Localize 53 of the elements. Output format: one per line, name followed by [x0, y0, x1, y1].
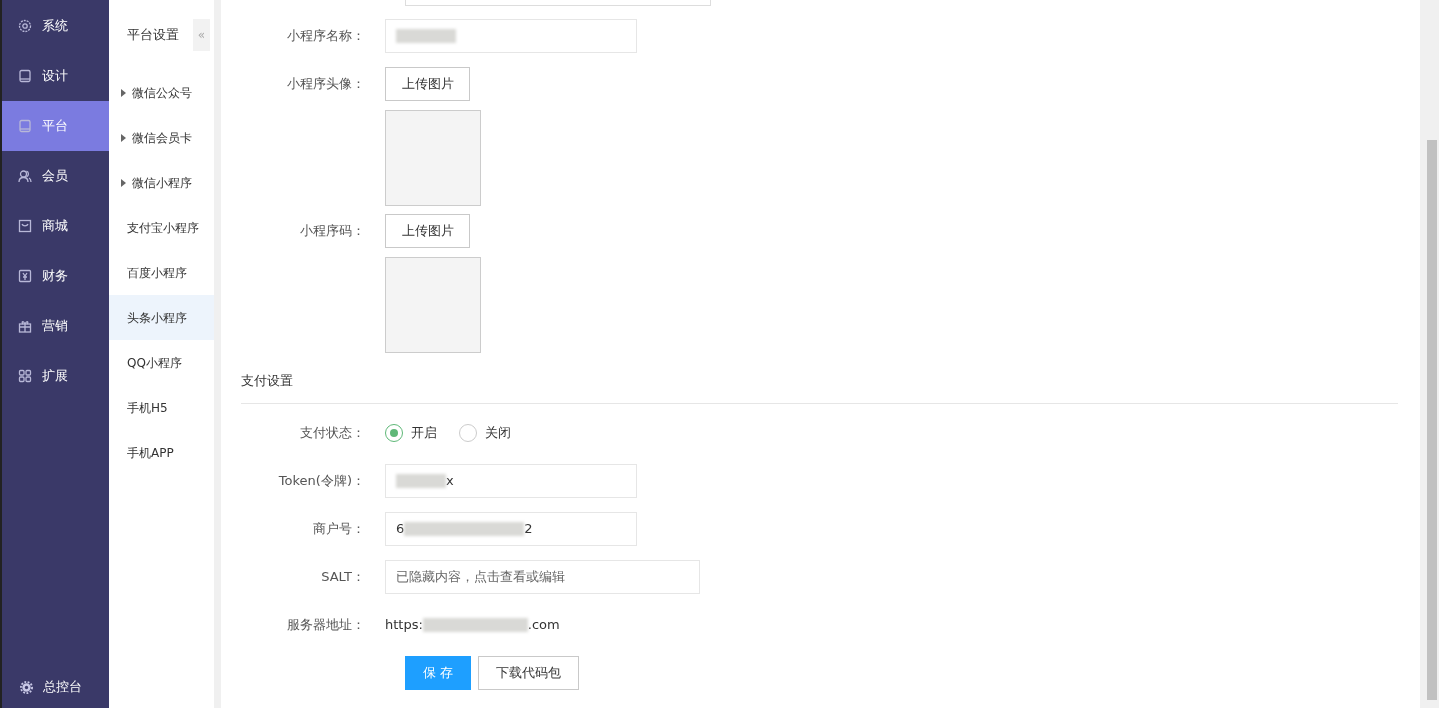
- tablet-icon: [18, 69, 32, 83]
- gift-icon: [18, 319, 32, 333]
- server-address-start: https:: [385, 615, 423, 634]
- input-field[interactable]: x: [385, 463, 637, 498]
- submenu-item[interactable]: QQ小程序: [109, 340, 214, 385]
- field-value: 2: [524, 519, 533, 538]
- scrollbar-thumb[interactable]: [1427, 140, 1437, 700]
- submenu-item[interactable]: 支付宝小程序: [109, 205, 214, 250]
- radio-label: 关闭: [485, 423, 511, 442]
- field-label: 小程序名称：: [287, 28, 365, 43]
- download-button[interactable]: 下载代码包: [477, 655, 579, 690]
- nav-item[interactable]: 商城: [2, 201, 109, 251]
- input-field[interactable]: 6 2: [385, 511, 637, 546]
- submenu-item[interactable]: 手机APP: [109, 430, 214, 475]
- bag-icon: [18, 219, 32, 233]
- field-label: 商户号：: [313, 520, 365, 536]
- field-label: 小程序头像：: [287, 76, 365, 91]
- submenu-title: 平台设置: [127, 26, 179, 45]
- submenu-item[interactable]: 百度小程序: [109, 250, 214, 295]
- yen-icon: [18, 269, 32, 283]
- grid-icon: [18, 369, 32, 383]
- gear-icon: [18, 19, 32, 33]
- radio-label: 开启: [411, 423, 437, 442]
- nav-item[interactable]: 设计: [2, 51, 109, 101]
- console-link[interactable]: 总控台: [2, 666, 109, 708]
- tablet-icon: [18, 119, 32, 133]
- input-field[interactable]: [385, 19, 637, 53]
- submenu-item[interactable]: 微信会员卡: [109, 115, 214, 160]
- submenu-item[interactable]: 微信公众号: [109, 70, 214, 115]
- input-field[interactable]: 已隐藏内容，点击查看或编辑: [385, 559, 700, 594]
- nav-item[interactable]: 平台: [2, 101, 109, 151]
- nav-item[interactable]: 财务: [2, 251, 109, 301]
- field-label: Token(令牌)：: [278, 472, 365, 488]
- users-icon: [18, 169, 32, 183]
- upload-button[interactable]: 上传图片: [385, 67, 470, 101]
- nav-item[interactable]: 扩展: [2, 351, 109, 401]
- server-address-end: .com: [527, 615, 560, 634]
- section-title: 支付设置: [241, 373, 293, 388]
- nav-item[interactable]: 营销: [2, 301, 109, 351]
- submenu-item[interactable]: 微信小程序: [109, 160, 214, 205]
- field-label: 小程序码：: [300, 223, 365, 238]
- field-label: 支付状态：: [300, 424, 365, 440]
- nav-item[interactable]: 会员: [2, 151, 109, 201]
- nav-item[interactable]: 系统: [2, 1, 109, 51]
- field-value: 6: [396, 519, 405, 538]
- input-field[interactable]: [405, 0, 711, 6]
- submenu-item[interactable]: 手机H5: [109, 385, 214, 430]
- field-value: x: [446, 471, 454, 490]
- submenu-item[interactable]: 头条小程序: [109, 295, 214, 340]
- field-label: 服务器地址：: [287, 616, 365, 632]
- upload-button[interactable]: 上传图片: [385, 214, 470, 248]
- gear-icon: [20, 680, 33, 694]
- field-label: SALT：: [321, 568, 365, 584]
